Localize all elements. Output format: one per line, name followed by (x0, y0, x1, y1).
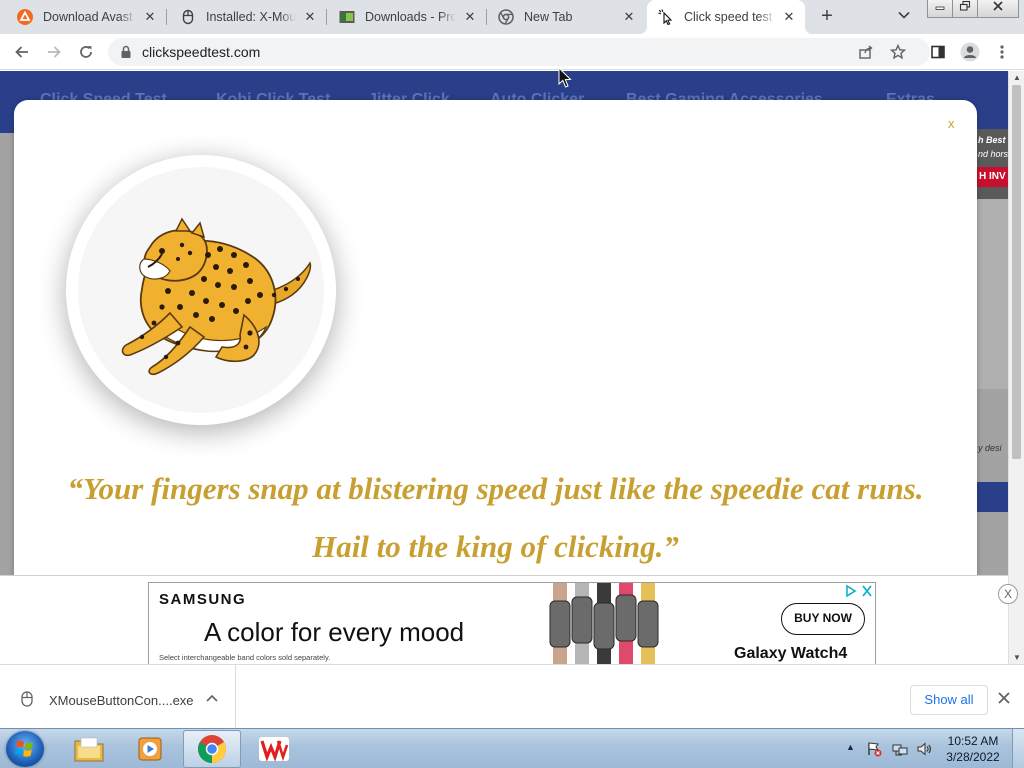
side-ad-text: nd hors (978, 149, 1008, 159)
tab-strip: Download Avast F ✕ Installed: X-Mous ✕ D… (0, 0, 1024, 34)
side-panel-icon[interactable] (926, 40, 950, 64)
page-scrollbar[interactable]: ▲ ▼ (1008, 71, 1024, 664)
cheetah-logo (78, 167, 324, 413)
tab-title: New Tab (524, 10, 573, 24)
media-player-icon (138, 737, 162, 761)
side-caption: y desi (978, 443, 1002, 453)
quote-line-1: “Your fingers snap at blistering speed j… (67, 471, 924, 506)
side-banner-ad[interactable]: h Best nd hors H INV (976, 129, 1008, 199)
tab-download-avast[interactable]: Download Avast F ✕ (0, 0, 166, 34)
scroll-up-arrow-icon[interactable]: ▲ (1013, 73, 1021, 82)
cursor-click-icon (658, 9, 674, 25)
side-content-strip: y desi (976, 199, 1008, 453)
tab-installed-xmouse[interactable]: Installed: X-Mous ✕ (163, 0, 326, 34)
tab-click-speed-test[interactable]: Click speed test - ✕ (639, 0, 813, 34)
ad-product-name: Galaxy Watch4 (734, 645, 848, 662)
scroll-down-arrow-icon[interactable]: ▼ (1013, 653, 1021, 662)
chrome-icon (498, 9, 514, 25)
lock-icon[interactable] (120, 45, 132, 64)
tab-new-tab[interactable]: New Tab ✕ (481, 0, 645, 34)
modal-close-button[interactable]: x (948, 116, 955, 131)
download-bar: XMouseButtonCon....exe Show all (0, 664, 1024, 729)
adchoices-icon[interactable] (843, 584, 875, 598)
close-ad-button[interactable]: X (998, 584, 1018, 604)
tab-downloads[interactable]: Downloads - Proc ✕ (322, 0, 486, 34)
show-all-downloads-button[interactable]: Show all (910, 685, 988, 715)
buy-now-button[interactable]: BUY NOW (781, 603, 865, 635)
chrome-icon (198, 735, 226, 763)
chevron-up-icon[interactable] (206, 693, 218, 705)
downloads-icon (339, 9, 355, 25)
mouse-pointer-icon (558, 67, 572, 88)
download-filename[interactable]: XMouseButtonCon....exe (49, 693, 194, 708)
share-icon[interactable] (856, 42, 876, 62)
address-bar[interactable]: clickspeedtest.com (108, 38, 930, 66)
forward-arrow-icon[interactable] (42, 40, 66, 64)
watch-bands-icon (549, 583, 659, 664)
bookmark-star-icon[interactable] (888, 42, 908, 62)
side-ad-text: h Best (978, 135, 1006, 145)
close-icon[interactable]: ✕ (781, 9, 797, 25)
back-arrow-icon[interactable] (10, 40, 34, 64)
reload-icon[interactable] (74, 40, 98, 64)
taskbar-chrome[interactable] (183, 730, 241, 768)
close-download-bar-icon[interactable] (998, 691, 1010, 708)
windows-taskbar: ▲ 10:52 AM 3/28/2022 (0, 728, 1024, 768)
show-desktop-button[interactable] (1012, 729, 1024, 768)
quote-line-2: Hail to the king of clicking.” (312, 529, 679, 564)
clock-time[interactable]: 10:52 AM (940, 734, 1006, 748)
web-page: Click Speed Test Kohi Click Test Jitter … (0, 71, 1024, 664)
minimize-button[interactable] (927, 0, 953, 18)
mouse-icon (20, 691, 34, 712)
taskbar-file-explorer[interactable] (60, 730, 118, 768)
tab-title: Downloads - Proc (365, 10, 456, 24)
tab-search-icon[interactable] (894, 8, 914, 26)
tab-title: Installed: X-Mous (206, 10, 296, 24)
ad-headline: A color for every mood (204, 617, 465, 647)
scrollbar-thumb[interactable] (1012, 85, 1021, 459)
tray-expand-arrow-icon[interactable]: ▲ (846, 742, 855, 752)
ad-brand: SAMSUNG (159, 591, 247, 608)
close-icon[interactable]: ✕ (462, 9, 478, 25)
start-button[interactable] (6, 731, 44, 767)
side-blue-bar (976, 482, 1008, 512)
taskbar-media-player[interactable] (121, 730, 179, 768)
side-ad-cta: H INV (976, 167, 1008, 187)
profile-avatar-icon[interactable] (958, 40, 982, 64)
avast-icon (17, 9, 33, 25)
cheetah-icon (121, 217, 312, 376)
close-icon[interactable]: ✕ (302, 9, 318, 25)
taskbar-wps-office[interactable] (245, 730, 303, 768)
close-icon[interactable]: ✕ (621, 9, 637, 25)
folder-icon (74, 737, 104, 762)
bottom-ad-bar: SAMSUNG A color for every mood Select in… (0, 575, 1018, 664)
close-window-button[interactable] (977, 0, 1019, 18)
tab-title: Download Avast F (43, 10, 136, 24)
kebab-menu-icon[interactable] (990, 40, 1014, 64)
windows-logo-icon (14, 740, 33, 757)
ad-fine-print: Select interchangeable band colors sold … (159, 653, 331, 662)
samsung-banner-ad[interactable]: SAMSUNG A color for every mood Select in… (148, 582, 876, 664)
restore-button[interactable] (952, 0, 978, 18)
clock-date[interactable]: 3/28/2022 (940, 750, 1006, 764)
tab-title: Click speed test - (684, 10, 775, 24)
close-icon[interactable]: ✕ (142, 9, 158, 25)
volume-icon[interactable] (916, 741, 932, 757)
wps-office-icon (259, 737, 289, 762)
network-icon[interactable] (892, 741, 908, 757)
action-center-flag-icon[interactable] (866, 741, 882, 757)
mouse-icon (180, 9, 196, 25)
url-text[interactable]: clickspeedtest.com (142, 44, 260, 60)
download-item[interactable]: XMouseButtonCon....exe (0, 665, 236, 729)
new-tab-button[interactable]: + (815, 5, 839, 29)
browser-toolbar: clickspeedtest.com (0, 34, 1024, 70)
